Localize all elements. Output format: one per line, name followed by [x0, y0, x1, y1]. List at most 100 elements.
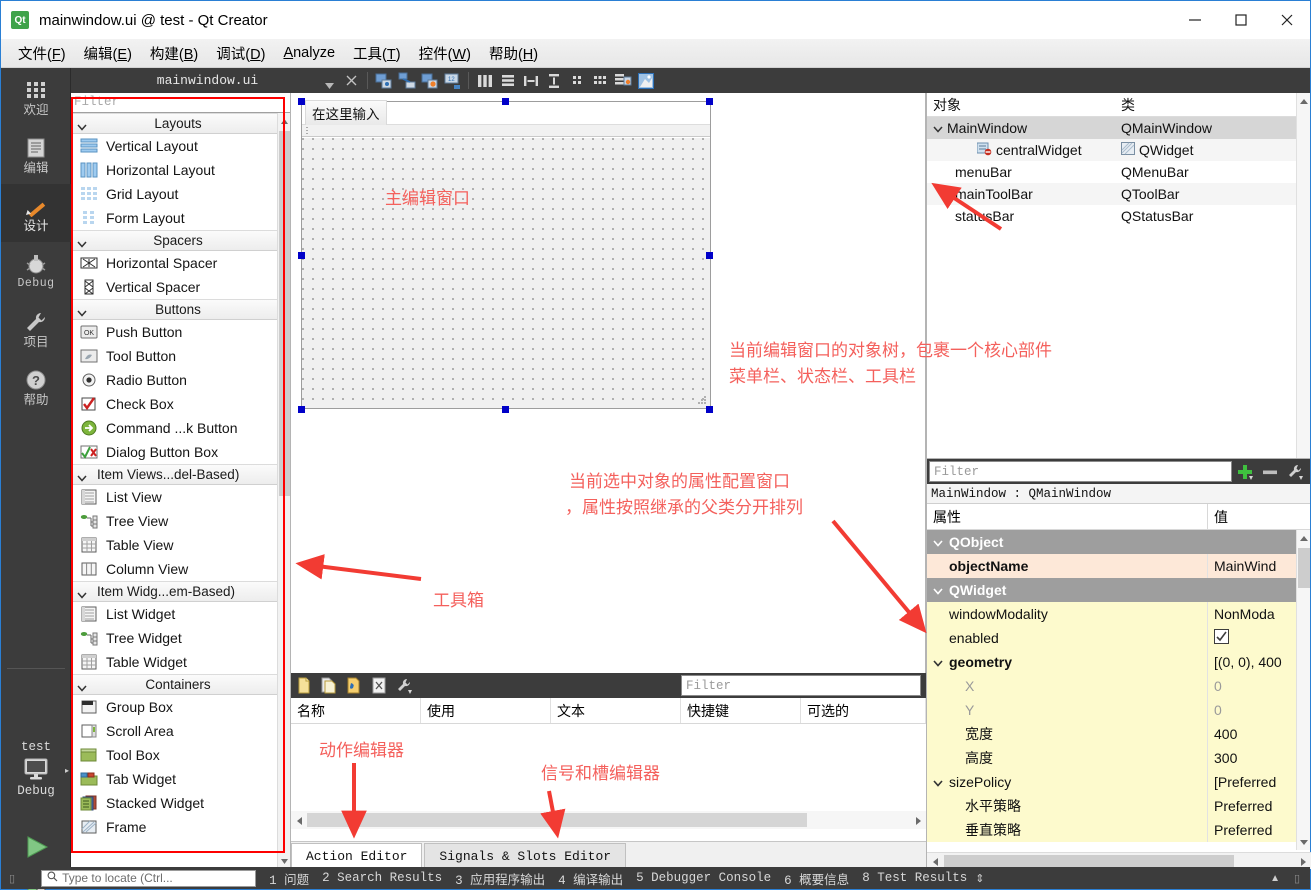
property-row[interactable]: Y0	[927, 698, 1310, 722]
adjust-size-icon[interactable]	[635, 70, 656, 91]
object-inspector-row[interactable]: mainToolBar QToolBar	[927, 183, 1310, 205]
widget-item[interactable]: Grid Layout	[71, 182, 290, 206]
form-menu-bar[interactable]: 在这里输入	[302, 100, 710, 126]
property-value-cell[interactable]: MainWind	[1207, 554, 1310, 578]
file-selector-combo[interactable]: mainwindow.ui	[75, 69, 340, 92]
menu-item-6[interactable]: 工具(T)	[344, 40, 410, 67]
property-row[interactable]: sizePolicy [Preferred	[927, 770, 1310, 794]
property-row[interactable]: QWidget	[927, 578, 1310, 602]
action-editor-filter-input[interactable]: Filter	[681, 675, 921, 696]
object-inspector-row[interactable]: MainWindow QMainWindow	[927, 117, 1310, 139]
scroll-up-icon[interactable]	[278, 113, 290, 129]
property-editor-vscrollbar[interactable]	[1296, 530, 1310, 850]
scroll-up-icon[interactable]	[1297, 93, 1311, 109]
tab-action-editor[interactable]: Action Editor	[291, 843, 423, 869]
form-tool-bar[interactable]	[302, 125, 710, 137]
wrench-icon[interactable]	[1282, 459, 1307, 484]
wrench-icon[interactable]	[391, 673, 416, 698]
layout-vertical-icon[interactable]	[497, 70, 518, 91]
object-inspector-scrollbar[interactable]	[1296, 93, 1310, 458]
mode-设计[interactable]: 设计	[1, 184, 71, 242]
chevron-down-icon[interactable]	[933, 534, 943, 550]
property-value-cell[interactable]: [(0, 0), 400	[1207, 650, 1310, 674]
property-row[interactable]: 宽度 400	[927, 722, 1310, 746]
widget-item[interactable]: Column View	[71, 557, 290, 581]
object-inspector-row[interactable]: menuBar QMenuBar	[927, 161, 1310, 183]
checkbox-checked-icon[interactable]	[1214, 629, 1229, 647]
scroll-up-icon[interactable]	[1297, 530, 1311, 546]
maximize-button[interactable]	[1218, 1, 1264, 38]
menu-item-4[interactable]: 调试(D)	[207, 40, 274, 67]
buddies-icon[interactable]	[419, 70, 440, 91]
property-row[interactable]: enabled	[927, 626, 1310, 650]
chevron-down-icon[interactable]	[933, 582, 943, 598]
mode-帮助[interactable]: ? 帮助	[1, 358, 71, 416]
property-value-cell[interactable]: 400	[1207, 722, 1310, 746]
output-pane-button-3[interactable]: 3 应用程序输出	[455, 869, 545, 888]
property-value-cell[interactable]: 0	[1207, 698, 1310, 722]
widget-item[interactable]: Group Box	[71, 695, 290, 719]
widget-item[interactable]: List Widget	[71, 602, 290, 626]
resize-handle[interactable]	[298, 406, 305, 413]
chevron-down-icon[interactable]	[933, 654, 943, 670]
chevron-down-icon[interactable]	[933, 774, 943, 790]
menu-item-8[interactable]: 帮助(H)	[480, 40, 547, 67]
mode-欢迎[interactable]: 欢迎	[1, 68, 71, 126]
property-row[interactable]: 水平策略 Preferred	[927, 794, 1310, 818]
resize-handle[interactable]	[706, 406, 713, 413]
output-pane-button-6[interactable]: 6 概要信息	[784, 869, 849, 888]
property-row[interactable]: QObject	[927, 530, 1310, 554]
property-row[interactable]: objectName MainWind	[927, 554, 1310, 578]
widget-item[interactable]: Table Widget	[71, 650, 290, 674]
widget-item[interactable]: Table View	[71, 533, 290, 557]
run-button[interactable]	[1, 828, 71, 866]
widget-item[interactable]: Vertical Spacer	[71, 275, 290, 299]
property-filter-input[interactable]: Filter	[929, 461, 1232, 482]
property-value-cell[interactable]: Preferred	[1207, 794, 1310, 818]
widget-item[interactable]: Tree Widget	[71, 626, 290, 650]
widget-box-scrollbar[interactable]	[277, 113, 290, 869]
widget-item[interactable]: Frame	[71, 815, 290, 839]
widget-box-filter-input[interactable]: Filter	[71, 93, 290, 113]
copy-icon[interactable]	[316, 673, 341, 698]
new-action-icon[interactable]	[291, 673, 316, 698]
widget-item[interactable]: Radio Button	[71, 368, 290, 392]
widget-item[interactable]: Horizontal Spacer	[71, 251, 290, 275]
menu-item-1[interactable]: 文件(F)	[9, 40, 75, 67]
property-row[interactable]: 高度 300	[927, 746, 1310, 770]
widget-item[interactable]: Form Layout	[71, 206, 290, 230]
widget-item[interactable]: Command ...k Button	[71, 416, 290, 440]
locator-input[interactable]: Type to locate (Ctrl...	[41, 869, 257, 887]
property-value-cell[interactable]: [Preferred	[1207, 770, 1310, 794]
widget-item[interactable]: List View	[71, 485, 290, 509]
form-main-window[interactable]: 在这里输入	[301, 100, 711, 409]
delete-icon[interactable]	[366, 673, 391, 698]
widget-item[interactable]: Vertical Layout	[71, 134, 290, 158]
widget-group-header[interactable]: Item Views...del-Based)	[71, 464, 290, 485]
widget-box-scroll-thumb[interactable]	[279, 131, 290, 496]
widget-group-header[interactable]: Containers	[71, 674, 290, 695]
tab-signals-slots-editor[interactable]: Signals & Slots Editor	[424, 843, 627, 869]
edit-action-icon[interactable]	[341, 673, 366, 698]
resize-handle[interactable]	[706, 98, 713, 105]
edit-widgets-icon[interactable]	[373, 70, 394, 91]
property-row[interactable]: 垂直策略 Preferred	[927, 818, 1310, 842]
widget-group-header[interactable]: Buttons	[71, 299, 290, 320]
output-pane-button-5[interactable]: 5 Debugger Console	[636, 871, 771, 885]
sidebar-toggle-icon[interactable]: ▯	[9, 872, 15, 885]
widget-group-header[interactable]: Layouts	[71, 113, 290, 134]
action-editor-hscroll-thumb[interactable]	[307, 813, 807, 827]
scroll-right-icon[interactable]	[910, 813, 926, 828]
form-layout-icon[interactable]	[566, 70, 587, 91]
splitter-h-icon[interactable]	[520, 70, 541, 91]
property-value-cell[interactable]	[1207, 626, 1310, 650]
kit-selector[interactable]: test ▸ Debug	[1, 740, 71, 798]
widget-item[interactable]: Tool Box	[71, 743, 290, 767]
output-toggle-icon[interactable]: ▯	[1294, 872, 1300, 885]
action-editor-hscrollbar[interactable]	[291, 811, 926, 829]
resize-handle[interactable]	[502, 98, 509, 105]
resize-handle[interactable]	[298, 252, 305, 259]
splitter-v-icon[interactable]	[543, 70, 564, 91]
widget-item[interactable]: Tool Button	[71, 344, 290, 368]
close-button[interactable]	[1264, 1, 1310, 38]
